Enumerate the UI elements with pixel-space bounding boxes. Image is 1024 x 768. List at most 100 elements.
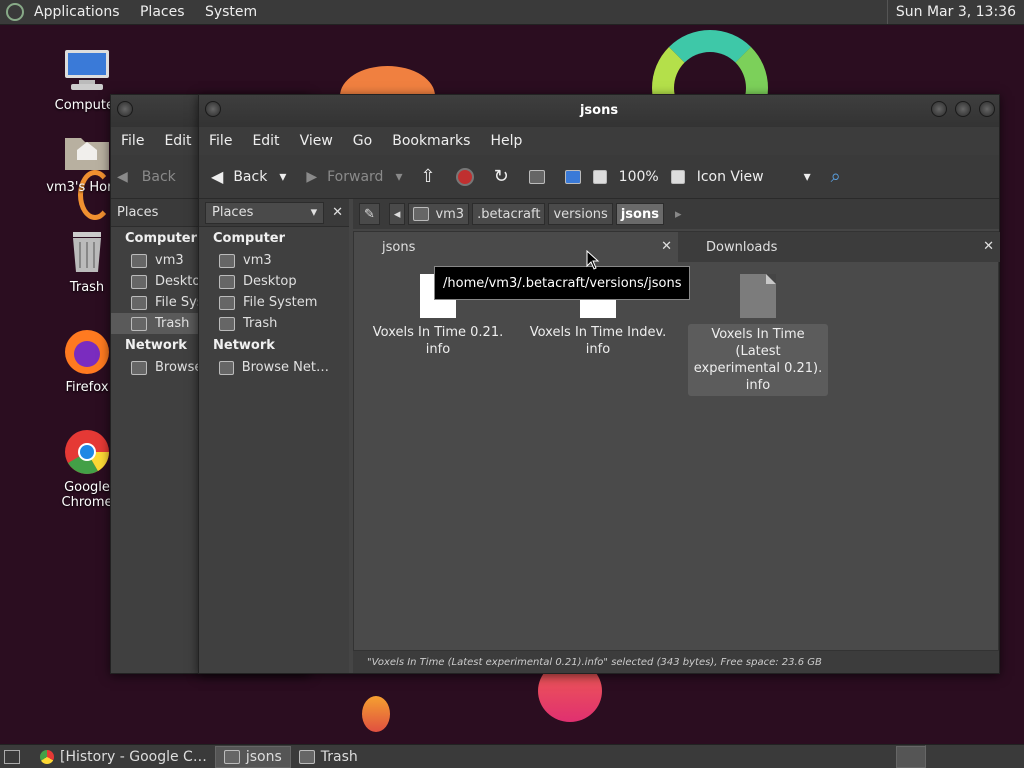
menu-edit[interactable]: Edit — [242, 133, 289, 149]
home-icon — [413, 207, 430, 221]
zoom-in-button[interactable] — [670, 169, 685, 184]
zoom-in-icon — [670, 169, 685, 184]
tab-downloads[interactable]: Downloads ✕ — [678, 232, 1000, 262]
sidebar-section-computer: Computer — [213, 231, 286, 246]
clock[interactable]: Sun Mar 3, 13:36 — [886, 0, 1024, 24]
distro-logo-icon[interactable] — [6, 3, 24, 21]
breadcrumb-versions[interactable]: versions — [548, 203, 613, 225]
desktop-icon — [219, 274, 235, 289]
reload-button[interactable]: ↻ — [494, 166, 509, 187]
zoom-out-button[interactable] — [592, 169, 607, 184]
sidebar-item-browse-network[interactable]: Browse Net… — [199, 357, 349, 378]
zoom-level[interactable]: 100% — [619, 169, 659, 185]
menu-view[interactable]: View — [290, 133, 343, 149]
trash-icon — [131, 316, 147, 331]
task-trash[interactable]: Trash — [291, 746, 366, 768]
stop-button[interactable] — [455, 167, 474, 186]
chevron-down-icon: ▾ — [803, 168, 811, 185]
drive-icon — [131, 295, 147, 310]
computer-icon — [63, 46, 111, 94]
places-label[interactable]: Places — [117, 205, 158, 220]
network-icon — [131, 360, 147, 375]
sidebar: Places ▾ ✕ Computer vm3 Desktop File Syst… — [199, 199, 349, 673]
computer-button[interactable] — [564, 169, 581, 184]
back-button[interactable]: ◀ Back — [117, 169, 176, 185]
chrome-icon — [63, 428, 111, 476]
computer-icon — [564, 169, 581, 184]
sidebar-item-trash[interactable]: Trash — [199, 313, 349, 334]
file-manager-window[interactable]: jsons File Edit View Go Bookmarks Help ◀… — [198, 94, 1000, 674]
drive-icon — [219, 295, 235, 310]
sidebar-item-filesystem[interactable]: File System — [199, 292, 349, 313]
menu-go[interactable]: Go — [343, 133, 382, 149]
pencil-icon: ✎ — [364, 206, 375, 222]
chevron-down-icon: ▾ — [395, 168, 403, 185]
sidebar-item-desktop[interactable]: Desktop — [199, 271, 349, 292]
chevron-left-icon: ◂ — [393, 206, 401, 222]
sidebar-close-icon[interactable]: ✕ — [332, 205, 343, 220]
view-mode-select[interactable]: Icon View ▾ — [697, 169, 811, 185]
chevron-right-icon[interactable]: ▸ — [675, 207, 682, 222]
reload-icon: ↻ — [493, 166, 509, 187]
close-button[interactable] — [979, 101, 995, 117]
wallpaper-blob — [362, 696, 390, 732]
file-view-pane[interactable]: jsons ✕ Downloads ✕ Voxels In Time 0.21.… — [353, 231, 1000, 651]
zoom-out-icon — [592, 169, 607, 184]
menu-applications[interactable]: Applications — [34, 4, 120, 20]
breadcrumb-vm3[interactable]: vm3 — [408, 203, 470, 225]
sidebar-header: Places ▾ ✕ — [199, 199, 349, 227]
minimize-button[interactable] — [931, 101, 947, 117]
task-chrome-history[interactable]: [History - Google C… — [32, 746, 215, 768]
chevron-down-icon: ▾ — [310, 205, 318, 220]
menu-help[interactable]: Help — [480, 133, 532, 149]
back-arrow-icon: ◀ — [117, 168, 128, 185]
menu-file[interactable]: File — [111, 133, 154, 149]
forward-history-dropdown[interactable]: ▾ — [395, 169, 402, 185]
sidebar-type-select[interactable]: Places ▾ — [205, 201, 325, 224]
trash-icon — [298, 749, 315, 764]
document-icon — [740, 274, 776, 318]
home-folder-icon — [63, 128, 111, 176]
tab-close-icon[interactable]: ✕ — [661, 239, 672, 254]
back-history-dropdown[interactable]: ▾ — [279, 169, 286, 185]
task-jsons[interactable]: jsons — [214, 745, 291, 768]
menu-edit[interactable]: Edit — [154, 133, 201, 149]
home-icon — [528, 169, 545, 184]
top-panel: Applications Places System Sun Mar 3, 13… — [0, 0, 1024, 25]
desktop-icon — [131, 274, 147, 289]
window-menu-button[interactable] — [117, 101, 133, 117]
tab-jsons[interactable]: jsons ✕ — [354, 232, 678, 262]
menu-bookmarks[interactable]: Bookmarks — [382, 133, 480, 149]
home-icon — [219, 253, 235, 268]
location-bar: ✎ ◂ vm3 .betacraft versions jsons ▸ — [353, 199, 999, 229]
breadcrumb-jsons[interactable]: jsons — [615, 203, 664, 225]
tab-close-icon[interactable]: ✕ — [983, 239, 994, 254]
menu-system[interactable]: System — [205, 4, 257, 20]
path-tooltip: /home/vm3/.betacraft/versions/jsons — [434, 266, 691, 300]
titlebar[interactable]: jsons — [199, 95, 999, 127]
back-button[interactable]: ◀ Back — [211, 167, 267, 186]
taskbar: [History - Google C… jsons Trash — [0, 744, 1024, 768]
file-item-selected[interactable]: Voxels In Time (Latest experimental 0.21… — [688, 274, 828, 396]
up-button[interactable]: ⇧ — [420, 166, 435, 187]
forward-button[interactable]: ▶ Forward — [306, 169, 383, 185]
breadcrumb-betacraft[interactable]: .betacraft — [472, 203, 546, 225]
breadcrumb-left-button[interactable]: ◂ — [388, 203, 406, 225]
stop-icon — [455, 167, 474, 186]
menu-file[interactable]: File — [199, 133, 242, 149]
chevron-down-icon: ▾ — [279, 168, 287, 185]
forward-arrow-icon: ▶ — [306, 168, 318, 185]
mouse-cursor-icon — [586, 250, 600, 270]
menu-places[interactable]: Places — [140, 4, 185, 20]
home-button[interactable] — [528, 169, 545, 184]
edit-location-button[interactable]: ✎ — [359, 203, 380, 225]
sidebar-item-vm3[interactable]: vm3 — [199, 250, 349, 271]
sidebar-section-network: Network — [213, 338, 275, 353]
search-button[interactable]: ⌕ — [831, 166, 841, 187]
folder-icon — [223, 749, 240, 764]
menubar: File Edit View Go Bookmarks Help — [199, 127, 999, 155]
chrome-icon — [40, 749, 54, 764]
maximize-button[interactable] — [955, 101, 971, 117]
show-desktop-icon[interactable] — [4, 749, 20, 764]
workspace-switcher[interactable] — [896, 746, 926, 768]
